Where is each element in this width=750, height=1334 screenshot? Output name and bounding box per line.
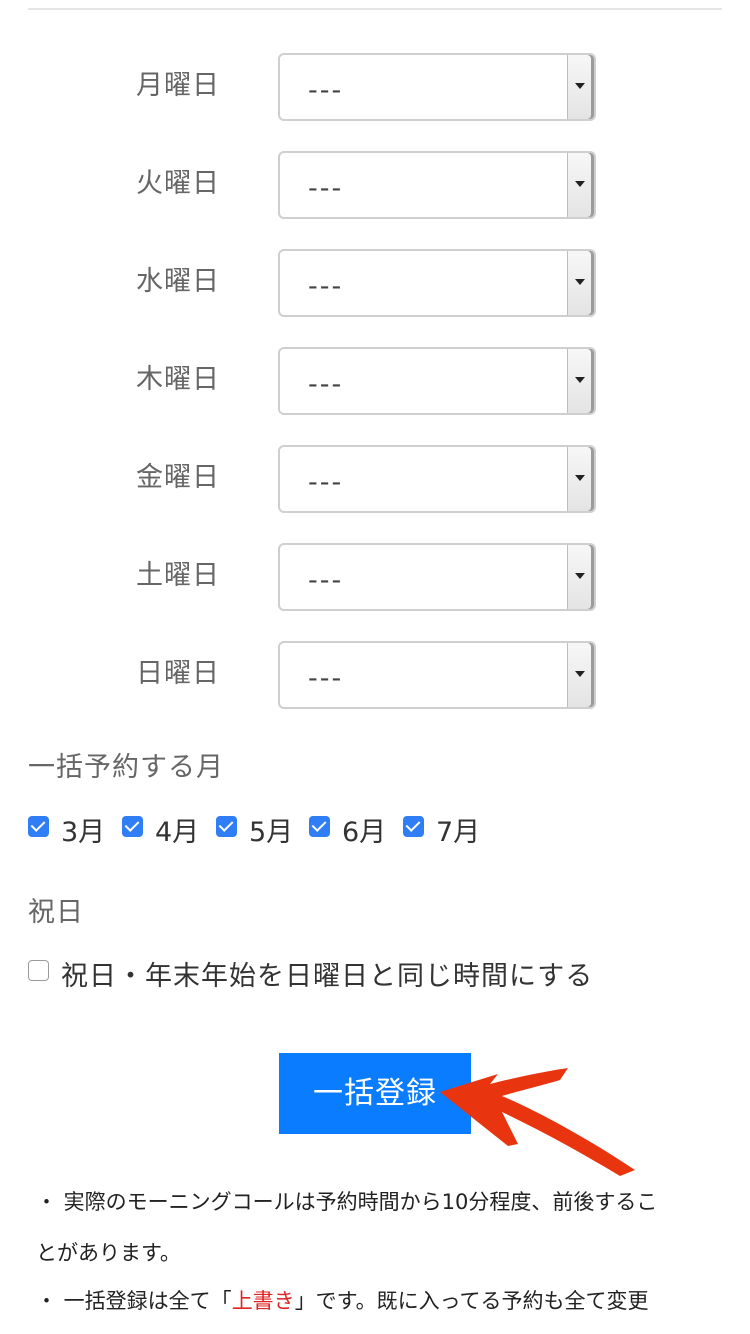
- day-label: 金曜日: [136, 462, 220, 493]
- checkbox-unchecked-icon[interactable]: [28, 960, 49, 981]
- day-label: 水曜日: [136, 266, 220, 297]
- time-select-monday[interactable]: ---: [278, 53, 596, 121]
- month-label: 7月: [436, 817, 481, 848]
- checkbox-checked-icon[interactable]: [216, 816, 237, 837]
- select-value: ---: [308, 565, 344, 596]
- select-value: ---: [308, 663, 344, 694]
- dropdown-arrow-icon: [567, 349, 594, 413]
- dropdown-arrow-icon: [567, 55, 594, 119]
- months-section-title: 一括予約する月: [28, 752, 224, 783]
- month-label: 5月: [249, 817, 294, 848]
- day-row-monday: 月曜日 ---: [0, 53, 750, 123]
- top-divider: [28, 8, 722, 10]
- note-line-2: とがあります。: [36, 1241, 181, 1265]
- checkbox-checked-icon[interactable]: [403, 816, 424, 837]
- holiday-checkbox-label: 祝日・年末年始を日曜日と同じ時間にする: [61, 961, 594, 992]
- time-select-sunday[interactable]: ---: [278, 641, 596, 709]
- time-select-friday[interactable]: ---: [278, 445, 596, 513]
- select-value: ---: [308, 75, 344, 106]
- select-value: ---: [308, 173, 344, 204]
- time-select-thursday[interactable]: ---: [278, 347, 596, 415]
- overwrite-highlight: 上書き: [231, 1289, 295, 1313]
- dropdown-arrow-icon: [567, 153, 594, 217]
- day-label: 日曜日: [136, 658, 220, 689]
- day-row-thursday: 木曜日 ---: [0, 347, 750, 417]
- time-select-wednesday[interactable]: ---: [278, 249, 596, 317]
- select-value: ---: [308, 369, 344, 400]
- checkbox-checked-icon[interactable]: [309, 816, 330, 837]
- day-row-tuesday: 火曜日 ---: [0, 151, 750, 221]
- month-label: 6月: [342, 817, 387, 848]
- note-line-3-suffix: 」です。既に入ってる予約も全て変更: [294, 1289, 649, 1313]
- day-row-friday: 金曜日 ---: [0, 445, 750, 515]
- dropdown-arrow-icon: [567, 251, 594, 315]
- time-select-saturday[interactable]: ---: [278, 543, 596, 611]
- day-row-sunday: 日曜日 ---: [0, 641, 750, 711]
- annotation-arrow-icon: [440, 1068, 635, 1176]
- time-select-tuesday[interactable]: ---: [278, 151, 596, 219]
- note-line-1: ・ 実際のモーニングコールは予約時間から10分程度、前後するこ: [36, 1190, 658, 1214]
- checkbox-checked-icon[interactable]: [28, 816, 49, 837]
- day-label: 火曜日: [136, 168, 220, 199]
- checkbox-checked-icon[interactable]: [122, 816, 143, 837]
- dropdown-arrow-icon: [567, 545, 594, 609]
- day-label: 木曜日: [136, 364, 220, 395]
- note-line-3: ・ 一括登録は全て「上書き」です。既に入ってる予約も全て変更: [36, 1285, 649, 1315]
- holiday-section-title: 祝日: [28, 897, 84, 928]
- select-value: ---: [308, 271, 344, 302]
- month-label: 3月: [61, 817, 106, 848]
- select-value: ---: [308, 467, 344, 498]
- dropdown-arrow-icon: [567, 447, 594, 511]
- day-label: 土曜日: [136, 560, 220, 591]
- day-row-wednesday: 水曜日 ---: [0, 249, 750, 319]
- dropdown-arrow-icon: [567, 643, 594, 707]
- day-row-saturday: 土曜日 ---: [0, 543, 750, 613]
- day-label: 月曜日: [136, 70, 220, 101]
- note-line-3-prefix: ・ 一括登録は全て「: [36, 1289, 232, 1313]
- month-label: 4月: [155, 817, 200, 848]
